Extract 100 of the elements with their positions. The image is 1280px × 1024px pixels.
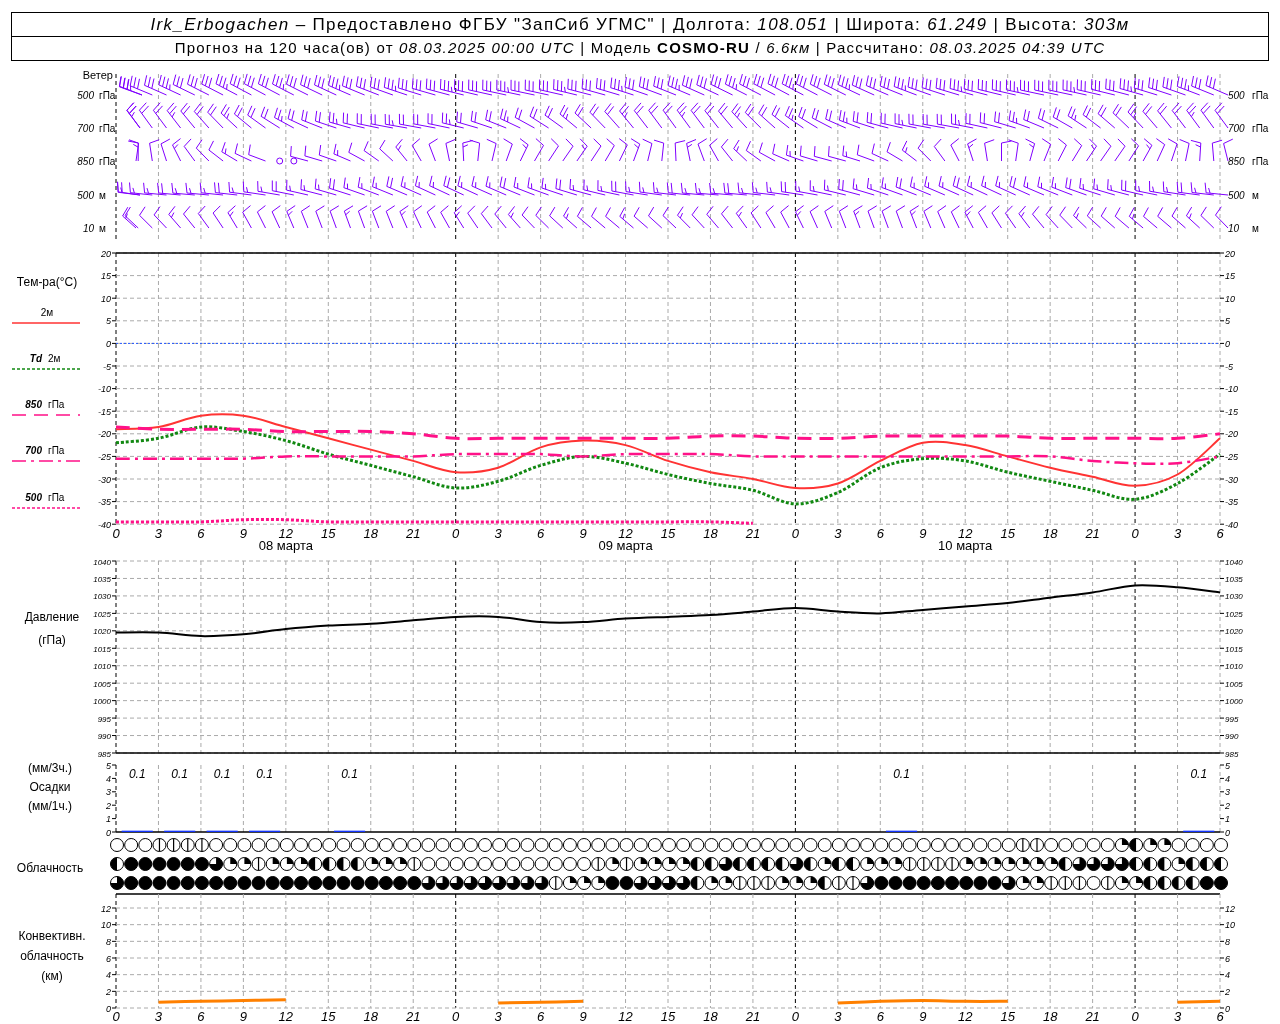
date-label: 08 марта [258, 538, 313, 553]
axis-tick-label: 0 [112, 526, 120, 541]
axis-tick-label: 15 [660, 526, 676, 541]
precipitation-total: 0.1 [171, 767, 189, 781]
axis-tick-label: 1025 [93, 609, 111, 619]
axis-tick-label: 1010 [93, 662, 111, 672]
axis-tick-label: 3 [494, 1009, 502, 1024]
axis-tick-label: -10 [98, 384, 111, 395]
axis-tick-label: 0 [1131, 1009, 1139, 1024]
legend-label: гПа [48, 399, 65, 410]
axis-tick-label: 0 [452, 1009, 460, 1024]
level-unit: гПа [1252, 123, 1269, 134]
precipitation-total: 0.1 [256, 767, 273, 781]
axis-tick-label: 985 [97, 749, 111, 757]
axis-tick-label: 1030 [93, 592, 111, 602]
axis-tick-label: 6 [1216, 526, 1224, 541]
level-unit: м [1252, 190, 1259, 201]
axis-tick-label: -20 [98, 429, 111, 440]
axis-tick-label: -5 [1225, 361, 1233, 372]
axis-tick-label: 995 [1225, 714, 1239, 724]
axis-tick-label: 21 [745, 1009, 761, 1024]
axis-title: Конвективн. [18, 929, 86, 943]
axis-tick-label: 1030 [1225, 592, 1243, 602]
axis-title: Давление [24, 610, 80, 624]
axis-tick-label: 0 [452, 526, 460, 541]
axis-tick-label: -35 [1225, 497, 1238, 508]
legend-label: 500 [25, 492, 42, 503]
axis-tick-label: -40 [1225, 519, 1238, 530]
level-value: 700 [1228, 123, 1245, 134]
axis-tick-label: 1015 [1225, 644, 1243, 654]
axis-tick-label: -5 [103, 361, 111, 372]
axis-tick-label: 18 [1042, 526, 1058, 541]
level-unit: м [1252, 223, 1259, 234]
legend-label: 700 [25, 445, 42, 456]
axis-tick-label: 2 [106, 986, 111, 997]
axis-tick-label: 3 [1225, 787, 1230, 798]
axis-tick-label: 6 [197, 1009, 205, 1024]
axis-tick-label: 0 [106, 1003, 111, 1014]
axis-tick-label: 18 [363, 1009, 378, 1024]
level-unit: гПа [99, 156, 116, 167]
axis-tick-label: 12 [278, 526, 294, 541]
level-value: 10 [82, 223, 94, 234]
axis-tick-label: 21 [1085, 1009, 1100, 1024]
axis-tick-label: 4 [106, 970, 111, 981]
level-unit: м [99, 190, 106, 201]
axis-tick-label: 990 [97, 732, 111, 742]
level-unit: гПа [99, 90, 116, 101]
axis-title: (мм/3ч.) [27, 761, 73, 775]
axis-tick-label: 15 [660, 1009, 676, 1024]
axis-tick-label: 0 [791, 1009, 799, 1024]
axis-tick-label: 5 [106, 316, 111, 327]
axis-title: (гПа) [38, 633, 66, 647]
axis-tick-label: 3 [834, 1009, 842, 1024]
axis-tick-label: 8 [106, 936, 111, 947]
axis-tick-label: 0 [1225, 338, 1230, 349]
precipitation-total: 0.1 [128, 767, 146, 781]
axis-tick-label: 1005 [1225, 679, 1243, 689]
axis-tick-label: 1000 [93, 697, 111, 707]
axis-tick-label: 15 [321, 526, 336, 541]
axis-tick-label: 21 [1085, 526, 1100, 541]
wind-label: Ветер [82, 69, 113, 81]
axis-tick-label: 5 [106, 760, 111, 771]
axis-tick-label: 1005 [93, 679, 111, 689]
axis-tick-label: 1 [106, 814, 111, 825]
axis-tick-label: 6 [876, 1009, 884, 1024]
axis-tick-label: 15 [101, 271, 111, 282]
axis-tick-label: 0 [1225, 1003, 1230, 1014]
axis-tick-label: 3 [1173, 1009, 1182, 1024]
axis-tick-label: 995 [97, 714, 111, 724]
level-unit: гПа [99, 123, 116, 134]
axis-tick-label: 18 [703, 526, 718, 541]
axis-tick-label: 1035 [1225, 574, 1243, 584]
station-info: Irk_Erbogachen – Предоставлено ФГБУ "ЗапСиб УГМС" | Долгота: 108.051 | Широта: 61.249 | Высота: 303м [150, 13, 1130, 36]
axis-tick-label: -10 [1225, 384, 1238, 395]
axis-tick-label: 3 [494, 526, 502, 541]
axis-tick-label: 1020 [93, 627, 111, 637]
precipitation-total: 0.1 [341, 767, 358, 781]
axis-tick-label: 12 [618, 1009, 633, 1024]
axis-tick-label: 6 [197, 526, 205, 541]
axis-tick-label: 0 [112, 1009, 120, 1024]
axis-tick-label: 18 [1042, 1009, 1058, 1024]
axis-tick-label: 1000 [1225, 697, 1243, 707]
axis-tick-label: 15 [321, 1009, 336, 1024]
axis-tick-label: 1020 [1225, 627, 1243, 637]
level-value: 700 [77, 123, 94, 134]
axis-tick-label: 21 [406, 1009, 421, 1024]
axis-tick-label: 0 [106, 338, 111, 349]
axis-tick-label: 5 [1225, 316, 1230, 327]
axis-tick-label: -40 [98, 519, 111, 530]
axis-title: (мм/1ч.) [27, 799, 73, 813]
axis-tick-label: 15 [1000, 526, 1015, 541]
axis-tick-label: 2 [1225, 986, 1230, 997]
axis-tick-label: 12 [1225, 903, 1235, 914]
axis-tick-label: 12 [618, 526, 633, 541]
legend-line [11, 507, 81, 509]
legend-label: гПа [48, 492, 65, 503]
axis-tick-label: 8 [1225, 936, 1230, 947]
axis-tick-label: 3 [834, 526, 842, 541]
axis-tick-label: 990 [1225, 732, 1239, 742]
axis-tick-label: 1040 [1225, 557, 1243, 567]
